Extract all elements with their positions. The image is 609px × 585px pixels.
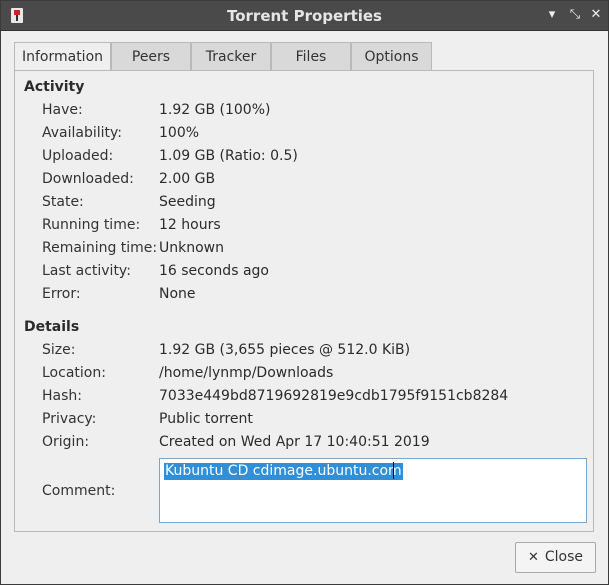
- window-title: Torrent Properties: [226, 7, 382, 25]
- comment-selected-text[interactable]: Kubuntu CD cdimage.ubuntu.com: [164, 463, 403, 480]
- title-bar: Torrent Properties ▾ ⤡ ✕: [1, 1, 608, 31]
- maximize-icon[interactable]: ⤡: [567, 7, 583, 23]
- close-button-icon: ✕: [527, 550, 539, 565]
- remaining-time-value: Unknown: [159, 240, 224, 256]
- availability-label: Availability:: [42, 125, 123, 141]
- origin-label: Origin:: [42, 434, 90, 450]
- close-button[interactable]: ✕ Close: [515, 542, 596, 573]
- location-label: Location:: [42, 365, 106, 381]
- activity-section-title: Activity: [24, 79, 85, 95]
- tab-options[interactable]: Options: [351, 42, 432, 70]
- uploaded-value: 1.09 GB (Ratio: 0.5): [159, 148, 298, 164]
- text-caret: [393, 462, 394, 479]
- torrent-properties-window: Torrent Properties ▾ ⤡ ✕ Information Pee…: [0, 0, 609, 585]
- last-activity-label: Last activity:: [42, 263, 131, 279]
- privacy-label: Privacy:: [42, 411, 97, 427]
- running-time-value: 12 hours: [159, 217, 221, 233]
- remaining-time-label: Remaining time:: [42, 240, 158, 256]
- comment-field[interactable]: Kubuntu CD cdimage.ubuntu.com: [159, 458, 587, 523]
- availability-value: 100%: [159, 125, 200, 141]
- location-value: /home/lynmp/Downloads: [159, 365, 334, 381]
- state-label: State:: [42, 194, 84, 210]
- tab-tracker[interactable]: Tracker: [191, 42, 271, 70]
- hash-value: 7033e449bd8719692819e9cdb1795f9151cb8284: [159, 388, 509, 404]
- minimize-icon[interactable]: ▾: [544, 7, 560, 23]
- tab-peers[interactable]: Peers: [111, 42, 191, 70]
- tab-files[interactable]: Files: [271, 42, 351, 70]
- size-label: Size:: [42, 342, 76, 358]
- downloaded-label: Downloaded:: [42, 171, 134, 187]
- error-value: None: [159, 286, 196, 302]
- downloaded-value: 2.00 GB: [159, 171, 216, 187]
- close-icon[interactable]: ✕: [588, 7, 604, 23]
- size-value: 1.92 GB (3,655 pieces @ 512.0 KiB): [159, 342, 411, 358]
- information-panel: Activity Have: 1.92 GB (100%) Availabili…: [14, 70, 594, 532]
- details-section-title: Details: [24, 319, 80, 335]
- tab-information[interactable]: Information: [14, 42, 111, 72]
- state-value: Seeding: [159, 194, 216, 210]
- uploaded-label: Uploaded:: [42, 148, 114, 164]
- hash-label: Hash:: [42, 388, 82, 404]
- close-button-label: Close: [544, 549, 584, 565]
- comment-label: Comment:: [42, 483, 116, 499]
- have-label: Have:: [42, 102, 83, 118]
- privacy-value: Public torrent: [159, 411, 253, 427]
- have-value: 1.92 GB (100%): [159, 102, 271, 118]
- running-time-label: Running time:: [42, 217, 141, 233]
- origin-value: Created on Wed Apr 17 10:40:51 2019: [159, 434, 430, 450]
- error-label: Error:: [42, 286, 81, 302]
- last-activity-value: 16 seconds ago: [159, 263, 269, 279]
